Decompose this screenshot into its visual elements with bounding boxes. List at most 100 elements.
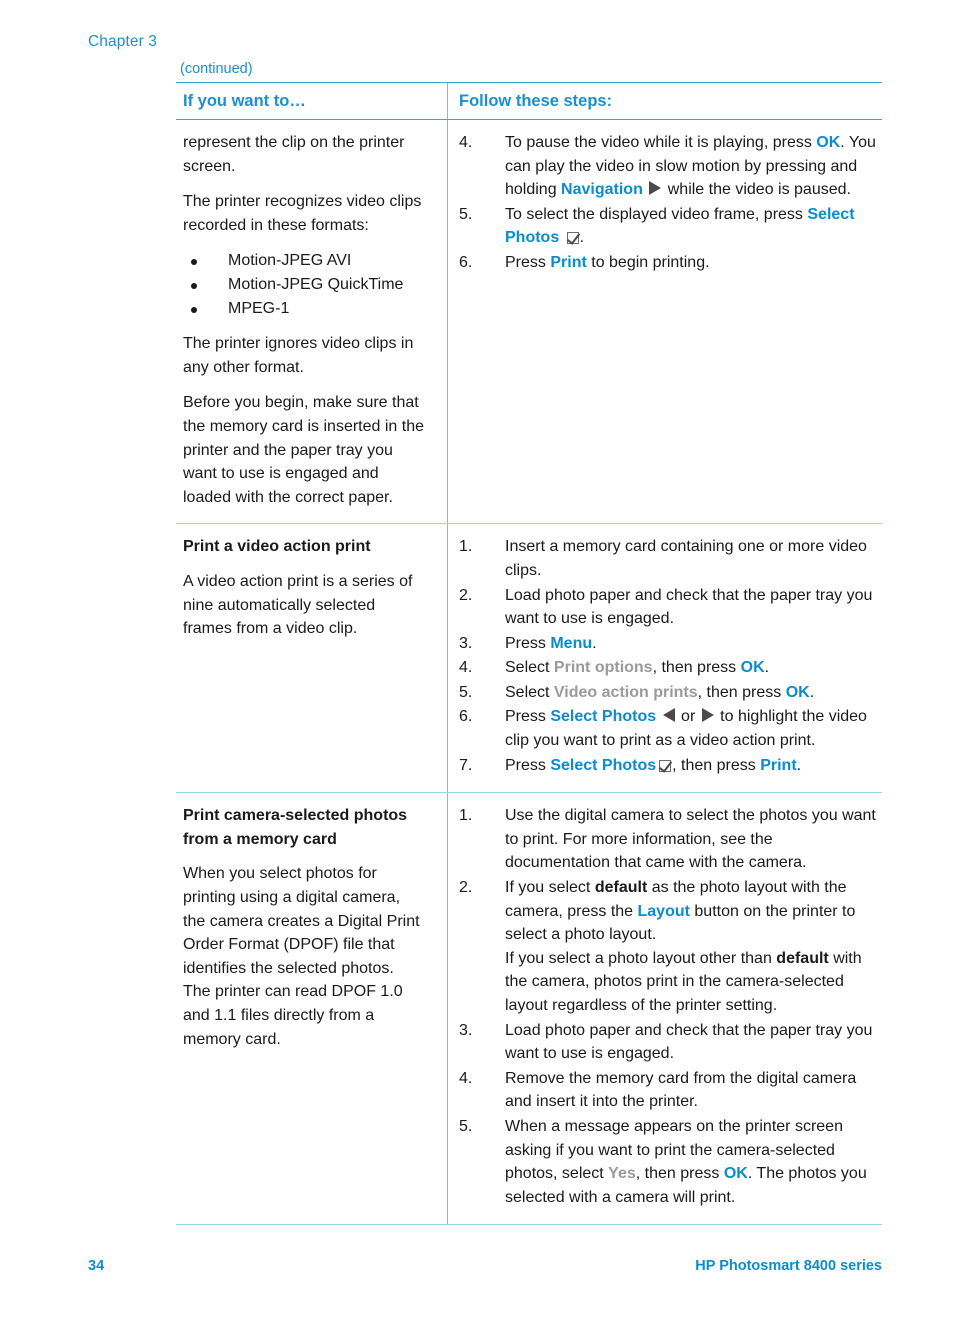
table-header-cell-left: If you want to… [176,83,447,119]
step-item: 3. Load photo paper and check that the pa… [459,1019,878,1066]
step-item: 2. If you select default as the photo lay… [459,876,878,1018]
step-item: 4. Select Print options, then press OK. [459,656,878,680]
triangle-right-icon [701,708,714,723]
step-number: 5. [459,205,473,223]
step-number: 3. [459,634,473,652]
ui-control-name: Navigation [561,181,643,199]
ui-control-name: OK [816,134,841,151]
step-item: 6. Press Select Photos or to highlight th… [459,705,878,752]
step-text: Select Video action prints, then press O… [505,683,815,701]
procedure-table: If you want to… Follow these steps: repr… [176,82,882,1226]
footer-product-name: HP Photosmart 8400 series [695,1258,882,1274]
step-item: 5. When a message appears on the printer … [459,1115,878,1209]
step-text: When a message appears on the printer sc… [505,1117,867,1206]
step-item: 1. Insert a memory card containing one or… [459,535,878,582]
triangle-right-icon [649,181,662,196]
column-header-if-you-want-to: If you want to… [183,92,306,110]
step-number: 3. [459,1021,473,1039]
step-text: Load photo paper and check that the pape… [505,586,873,628]
step-item: 3. Press Menu. [459,632,878,656]
table-bottom-rule [176,1224,882,1226]
step-number: 4. [459,1069,473,1087]
page-footer: 34 HP Photosmart 8400 series [88,1258,882,1274]
step-number: 4. [459,134,473,151]
table-header-row: If you want to… Follow these steps: [176,83,882,119]
table-cell-steps: 4. To pause the video while it is playing… [447,120,882,524]
menu-item-name: Print options [553,659,653,677]
list-item: Motion-JPEG AVI [183,249,425,273]
ui-control-name: Print [550,253,587,271]
menu-item-name: Yes [608,1165,636,1183]
step-item: 7. Press Select Photos, then press Print. [459,754,878,778]
ui-control-name: Select Photos [550,708,657,726]
step-text: To pause the video while it is playing, … [505,134,876,199]
step-number: 5. [459,1117,473,1135]
step-text: Select Print options, then press OK. [505,659,770,677]
step-text: Press Print to begin printing. [505,253,710,271]
step-number: 7. [459,756,473,774]
step-item: 5. To select the displayed video frame, p… [459,203,878,250]
table-cell-description: Print a video action print A video action… [176,524,447,792]
ui-control-name: OK [740,659,765,677]
task-subheading: Print camera-selected photos from a memo… [183,807,408,848]
chapter-running-head: Chapter 3 [88,33,157,50]
step-number: 2. [459,586,473,604]
table-row: represent the clip on the printer screen… [176,120,882,524]
ui-control-name: OK [785,683,810,701]
table-cell-steps: 1. Use the digital camera to select the p… [447,793,882,1225]
description-paragraph: represent the clip on the printer screen… [183,134,405,175]
list-item: Motion-JPEG QuickTime [183,273,425,297]
step-number: 4. [459,659,473,677]
step-number: 1. [459,807,473,825]
task-subheading: Print a video action print [183,538,371,556]
ui-control-name: Menu [550,634,593,652]
step-text: Press Select Photos or to highlight the … [505,708,867,750]
step-text: If you select default as the photo layou… [505,879,862,1014]
step-item: 2. Load photo paper and check that the pa… [459,584,878,631]
format-list: Motion-JPEG AVI Motion-JPEG QuickTime MPEG… [183,249,425,320]
table-continued-label: (continued) [180,61,253,77]
step-number: 6. [459,708,473,726]
list-item: MPEG-1 [183,297,425,321]
menu-item-name: Video action prints [553,683,698,701]
step-text: To select the displayed video frame, pre… [505,205,855,247]
step-text: Load photo paper and check that the pape… [505,1021,873,1063]
column-header-follow-these-steps: Follow these steps: [459,92,613,110]
ui-control-name: Layout [637,902,690,920]
table-header-cell-right: Follow these steps: [447,83,882,119]
description-paragraph: Before you begin, make sure that the mem… [183,394,424,506]
description-paragraph: The printer recognizes video clips recor… [183,193,422,234]
table-row: Print a video action print A video action… [176,524,882,793]
step-list: 4. To pause the video while it is playing… [459,131,878,275]
step-item: 4. To pause the video while it is playing… [459,131,878,202]
step-item: 5. Select Video action prints, then press… [459,681,878,705]
ui-control-name: Print [760,756,797,774]
ui-control-name: Select Photos [505,205,855,247]
checkbox-check-icon [566,232,579,245]
step-text: Insert a memory card containing one or m… [505,538,867,579]
step-list: 1. Insert a memory card containing one or… [459,535,878,777]
table-body: represent the clip on the printer screen… [176,120,882,1225]
table-cell-steps: 1. Insert a memory card containing one or… [447,524,882,793]
checkbox-check-icon [659,759,672,772]
emphasis-text: default [594,879,648,897]
footer-page-number: 34 [88,1258,105,1274]
step-number: 5. [459,683,473,701]
document-page: Chapter 3 (continued) If you want to… Fo… [0,0,954,1321]
step-list: 1. Use the digital camera to select the p… [459,804,878,1209]
description-paragraph: A video action print is a series of nine… [183,572,413,638]
step-text: Press Menu. [505,634,597,652]
table-cell-description: represent the clip on the printer screen… [176,120,447,523]
ui-control-name: OK [723,1165,748,1183]
description-paragraph: The printer ignores video clips in any o… [183,335,414,376]
step-number: 2. [459,879,473,897]
table-cell-description: Print camera-selected photos from a memo… [176,793,447,1224]
step-item: 4. Remove the memory card from the digita… [459,1067,878,1114]
step-text: Press Select Photos, then press Print. [505,756,802,774]
step-number: 6. [459,253,473,271]
table-row: Print camera-selected photos from a memo… [176,793,882,1225]
emphasis-text: default [776,949,829,967]
step-item: 6. Press Print to begin printing. [459,251,878,275]
step-text: Use the digital camera to select the pho… [505,807,876,872]
step-number: 1. [459,538,473,556]
